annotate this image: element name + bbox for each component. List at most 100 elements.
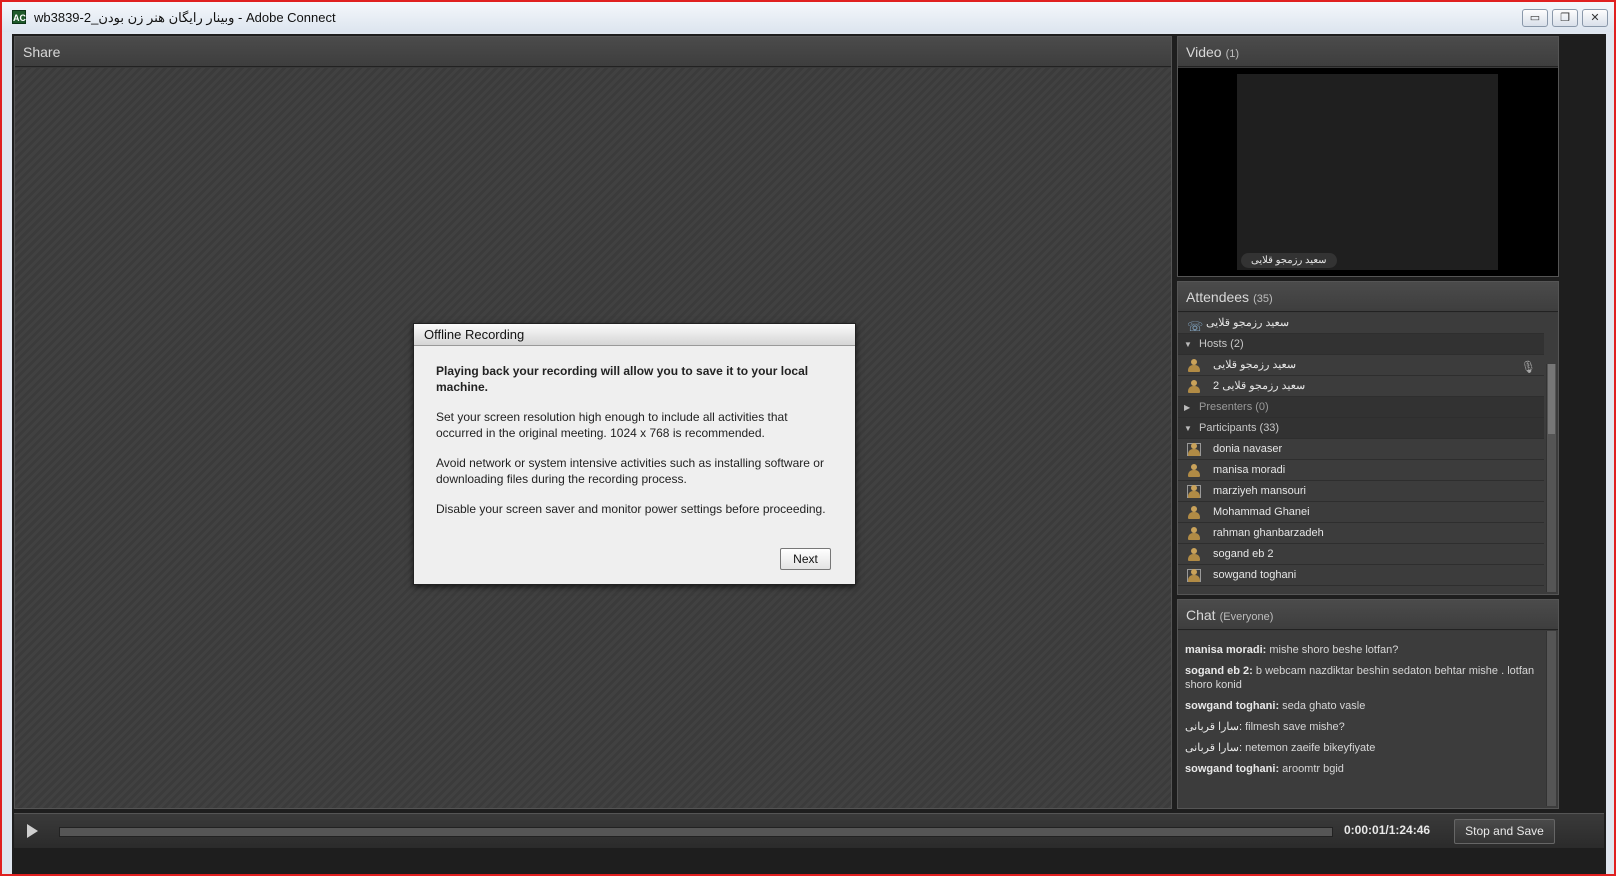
chat-messages: manisa moradi: mishe shoro beshe lotfan?… bbox=[1185, 643, 1537, 783]
video-feed[interactable]: سعید رزمجو قلایی bbox=[1237, 74, 1498, 270]
video-pod-header: Video (1) bbox=[1178, 37, 1558, 67]
hosts-group-label: Hosts (2) bbox=[1199, 338, 1244, 350]
next-button[interactable]: Next bbox=[780, 548, 831, 570]
participant-user-icon bbox=[1187, 443, 1201, 456]
participant-user-icon bbox=[1187, 548, 1201, 561]
close-button[interactable]: ✕ bbox=[1582, 9, 1608, 27]
video-pod-title: Video bbox=[1186, 44, 1222, 60]
host-user-icon bbox=[1187, 359, 1201, 372]
chat-audience[interactable]: (Everyone) bbox=[1220, 611, 1274, 623]
phone-attendee-row[interactable]: ☏ سعید رزمجو قلایی bbox=[1178, 313, 1544, 334]
chat-message: sogand eb 2: b webcam nazdiktar beshin s… bbox=[1185, 664, 1537, 692]
attendee-row[interactable]: 2 سعید رزمجو قلایی bbox=[1178, 376, 1544, 397]
seek-bar[interactable] bbox=[59, 827, 1333, 837]
play-button[interactable] bbox=[20, 820, 42, 842]
chat-text: filmesh save mishe? bbox=[1242, 721, 1345, 733]
attendee-name: sogand eb 2 bbox=[1213, 548, 1274, 560]
chat-text: seda ghato vasle bbox=[1279, 700, 1366, 712]
attendee-name: manisa moradi bbox=[1213, 464, 1286, 476]
participant-user-icon bbox=[1187, 485, 1201, 498]
video-name-tag: سعید رزمجو قلایی bbox=[1241, 253, 1337, 268]
attendee-name: Mohammad Ghanei bbox=[1213, 506, 1310, 518]
restore-button[interactable]: ❐ bbox=[1552, 9, 1578, 27]
attendee-row[interactable]: sowgand toghani bbox=[1178, 565, 1544, 586]
video-pod: Video (1) سعید رزمجو قلایی bbox=[1177, 36, 1559, 277]
app-window: AC wb3839-2_وبينار رايگان هنر زن بودن - … bbox=[0, 0, 1616, 876]
playback-time: 0:00:01/1:24:46 bbox=[1344, 823, 1431, 837]
chat-sender: سارا قربانی: bbox=[1185, 721, 1243, 733]
attendee-name: سعید رزمجو قلایی bbox=[1206, 317, 1290, 329]
dialog-paragraph: Avoid network or system intensive activi… bbox=[436, 456, 824, 486]
chat-message: sowgand toghani: seda ghato vasle bbox=[1185, 699, 1537, 713]
hosts-group[interactable]: ▼ Hosts (2) bbox=[1178, 334, 1544, 355]
share-pod-title: Share bbox=[15, 37, 1171, 67]
chat-sender: sowgand toghani: bbox=[1185, 763, 1280, 775]
attendee-row[interactable]: sogand eb 2 bbox=[1178, 544, 1544, 565]
participant-user-icon bbox=[1187, 464, 1201, 477]
chat-message: سارا قربانی: filmesh save mishe? bbox=[1185, 720, 1537, 734]
meeting-room: Share Offline Recording Playing back you… bbox=[12, 34, 1606, 874]
dialog-paragraph: Playing back your recording will allow y… bbox=[436, 364, 809, 394]
chat-message: manisa moradi: mishe shoro beshe lotfan? bbox=[1185, 643, 1537, 657]
chat-message: سارا قربانی: netemon zaeife bikeyfiyate bbox=[1185, 741, 1537, 755]
dialog-paragraph: Set your screen resolution high enough t… bbox=[436, 410, 788, 440]
minimize-button[interactable]: ▭ bbox=[1522, 9, 1548, 27]
attendee-name: 2 سعید رزمجو قلایی bbox=[1213, 380, 1306, 392]
attendees-pod-header: Attendees (35) bbox=[1178, 282, 1558, 312]
window-controls: ▭ ❐ ✕ bbox=[1522, 9, 1608, 27]
chat-text: netemon zaeife bikeyfiyate bbox=[1242, 742, 1376, 754]
attendee-row[interactable]: donia navaser bbox=[1178, 439, 1544, 460]
chat-sender: سارا قربانی: bbox=[1185, 742, 1243, 754]
dialog-title: Offline Recording bbox=[414, 324, 855, 346]
dialog-body: Playing back your recording will allow y… bbox=[414, 346, 855, 517]
playback-bar: 0:00:01/1:24:46 Stop and Save bbox=[14, 813, 1604, 848]
attendee-name: rahman ghanbarzadeh bbox=[1213, 527, 1324, 539]
chat-pod: Chat (Everyone) manisa moradi: mishe shor… bbox=[1177, 599, 1559, 809]
share-pod: Share Offline Recording Playing back you… bbox=[14, 36, 1172, 809]
participant-user-icon bbox=[1187, 569, 1201, 582]
attendee-row[interactable]: manisa moradi bbox=[1178, 460, 1544, 481]
title-bar: AC wb3839-2_وبينار رايگان هنر زن بودن - … bbox=[2, 2, 1614, 32]
chat-pod-header: Chat (Everyone) bbox=[1178, 600, 1558, 630]
microphone-icon: 🎙 bbox=[1520, 360, 1536, 374]
participants-group-label: Participants (33) bbox=[1199, 422, 1280, 434]
attendees-pod: Attendees (35) ☏ سعید رزمجو قلایی ▼ Hosts… bbox=[1177, 281, 1559, 595]
chat-pod-title: Chat bbox=[1186, 607, 1216, 623]
expand-right-icon: ▶ bbox=[1184, 403, 1191, 412]
attendees-count: (35) bbox=[1253, 293, 1273, 305]
chat-sender: sogand eb 2: bbox=[1185, 665, 1253, 677]
chat-area: manisa moradi: mishe shoro beshe lotfan?… bbox=[1178, 631, 1558, 808]
presenters-group[interactable]: ▶ Presenters (0) bbox=[1178, 397, 1544, 418]
offline-recording-dialog: Offline Recording Playing back your reco… bbox=[413, 323, 856, 585]
chat-text: aroomtr bgid bbox=[1279, 763, 1344, 775]
attendee-scrollbar[interactable] bbox=[1546, 364, 1556, 592]
video-count: (1) bbox=[1225, 48, 1240, 60]
participant-user-icon bbox=[1187, 527, 1201, 540]
window-title: wb3839-2_وبينار رايگان هنر زن بودن - Ado… bbox=[34, 10, 336, 25]
video-area: سعید رزمجو قلایی bbox=[1178, 68, 1558, 276]
adobe-connect-icon: AC bbox=[12, 10, 26, 24]
chat-message: sowgand toghani: aroomtr bgid bbox=[1185, 762, 1537, 776]
attendee-name: marziyeh mansouri bbox=[1213, 485, 1306, 497]
chat-text: mishe shoro beshe lotfan? bbox=[1266, 644, 1399, 656]
attendee-name: سعید رزمجو قلایی bbox=[1213, 359, 1297, 371]
attendee-row[interactable]: marziyeh mansouri bbox=[1178, 481, 1544, 502]
chat-scrollbar[interactable] bbox=[1546, 631, 1556, 806]
expand-down-icon: ▼ bbox=[1184, 424, 1192, 433]
attendee-list: ☏ سعید رزمجو قلایی ▼ Hosts (2) سعید رزمج… bbox=[1178, 313, 1558, 594]
stop-and-save-button[interactable]: Stop and Save bbox=[1454, 819, 1555, 844]
chat-sender: sowgand toghani: bbox=[1185, 700, 1280, 712]
presenters-group-label: Presenters (0) bbox=[1199, 401, 1269, 413]
attendee-name: sowgand toghani bbox=[1213, 569, 1297, 581]
chat-sender: manisa moradi: bbox=[1185, 644, 1267, 656]
dialog-paragraph: Disable your screen saver and monitor po… bbox=[436, 502, 826, 516]
play-icon bbox=[27, 824, 38, 838]
participants-group[interactable]: ▼ Participants (33) bbox=[1178, 418, 1544, 439]
participant-user-icon bbox=[1187, 506, 1201, 519]
expand-down-icon: ▼ bbox=[1184, 340, 1192, 349]
scrollbar-thumb[interactable] bbox=[1548, 364, 1555, 434]
attendees-pod-title: Attendees bbox=[1186, 289, 1250, 305]
attendee-row[interactable]: سعید رزمجو قلایی 🎙 bbox=[1178, 355, 1544, 376]
attendee-row[interactable]: rahman ghanbarzadeh bbox=[1178, 523, 1544, 544]
attendee-row[interactable]: Mohammad Ghanei bbox=[1178, 502, 1544, 523]
